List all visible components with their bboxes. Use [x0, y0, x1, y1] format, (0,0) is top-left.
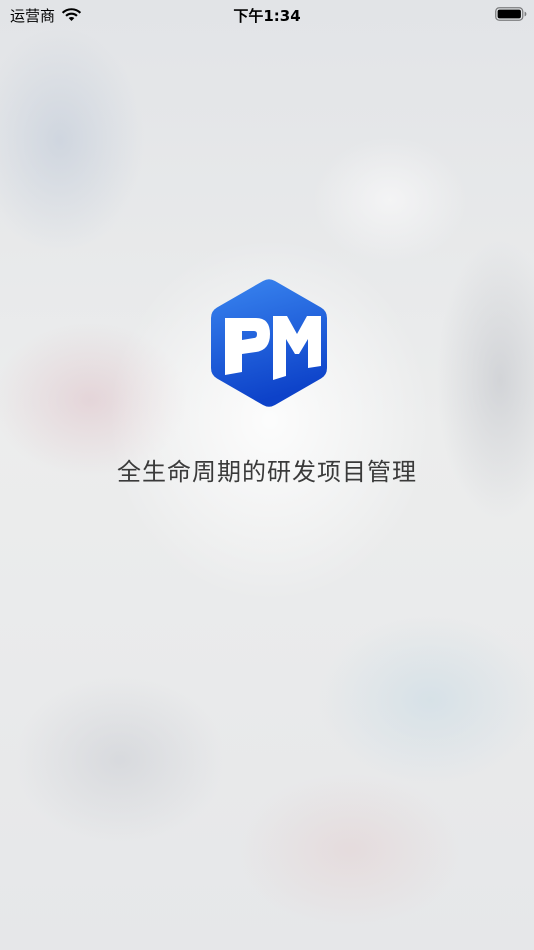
status-bar: 运营商 下午1:34 [0, 0, 534, 30]
app-slogan: 全生命周期的研发项目管理 [117, 458, 417, 486]
battery-icon [495, 7, 527, 21]
status-time: 下午1:34 [233, 7, 301, 25]
pm-logo-icon [211, 279, 327, 407]
